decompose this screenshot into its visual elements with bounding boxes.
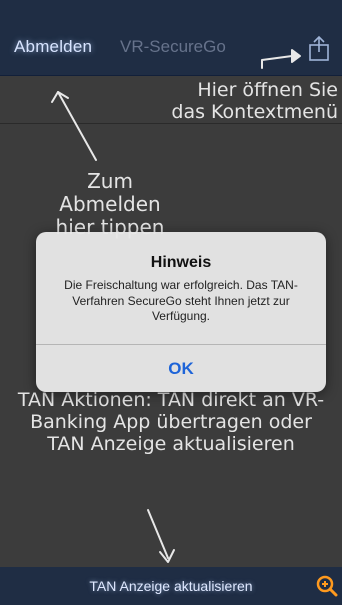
nav-title: VR-SecureGo xyxy=(120,37,226,56)
share-icon[interactable] xyxy=(306,34,332,62)
alert-dialog: Hinweis Die Freischaltung war erfolgreic… xyxy=(36,232,326,392)
navigation-bar: Abmelden VR-SecureGo xyxy=(0,22,342,76)
annotation-context-menu: Hier öffnen Sie das Kontextmenü xyxy=(171,79,338,123)
refresh-tan-button[interactable]: TAN Anzeige aktualisieren xyxy=(0,578,342,594)
alert-message: Die Freischaltung war erfolgreich. Das T… xyxy=(64,278,298,324)
annotation-tan-actions: TAN Aktionen: TAN direkt an VR-Banking A… xyxy=(17,389,325,455)
status-bar xyxy=(0,0,342,22)
logout-button[interactable]: Abmelden xyxy=(14,37,92,57)
alert-title: Hinweis xyxy=(150,254,212,271)
annotation-logout: Zum Abmelden hier tippen xyxy=(55,169,165,239)
zoom-icon[interactable] xyxy=(316,575,338,597)
bottom-toolbar: TAN Anzeige aktualisieren xyxy=(0,567,342,605)
alert-ok-button[interactable]: OK xyxy=(36,345,326,392)
